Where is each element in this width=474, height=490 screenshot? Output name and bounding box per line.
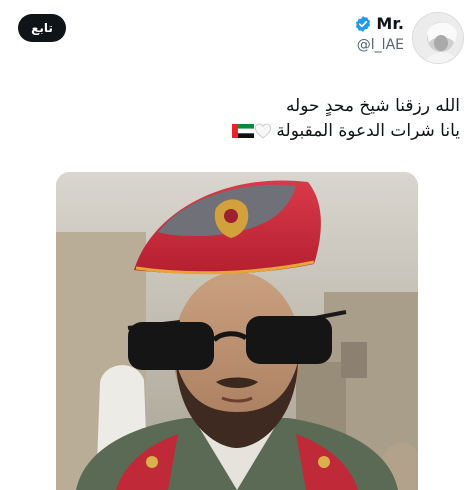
uae-flag-icon <box>232 124 255 138</box>
tweet-text: الله رزقنا شيخ محدٍ حوله يانا شرات الدعو… <box>20 94 460 144</box>
avatar[interactable] <box>412 12 464 64</box>
display-name[interactable]: Mr. <box>376 14 404 33</box>
verified-badge-icon <box>356 15 371 32</box>
user-handle[interactable]: @l_lAE <box>357 37 404 53</box>
portrait-image <box>56 172 418 490</box>
tweet-line-1: الله رزقنا شيخ محدٍ حوله <box>285 96 460 116</box>
tweet-line-2: يانا شرات الدعوة المقبولة <box>276 121 460 141</box>
tweet-card: تابع Mr. @l_lAE الله رزقنا شيخ محدٍ حوله… <box>0 0 474 490</box>
emoji-group <box>228 123 272 139</box>
avatar-image <box>413 13 463 63</box>
user-names: Mr. @l_lAE <box>354 14 404 53</box>
tweet-line-2-row: يانا شرات الدعوة المقبولة <box>20 119 460 144</box>
tweet-header: Mr. @l_lAE <box>354 12 464 64</box>
follow-button[interactable]: تابع <box>18 14 66 42</box>
tweet-photo[interactable] <box>56 172 418 490</box>
white-heart-icon <box>255 123 272 139</box>
name-row: Mr. <box>354 14 404 33</box>
